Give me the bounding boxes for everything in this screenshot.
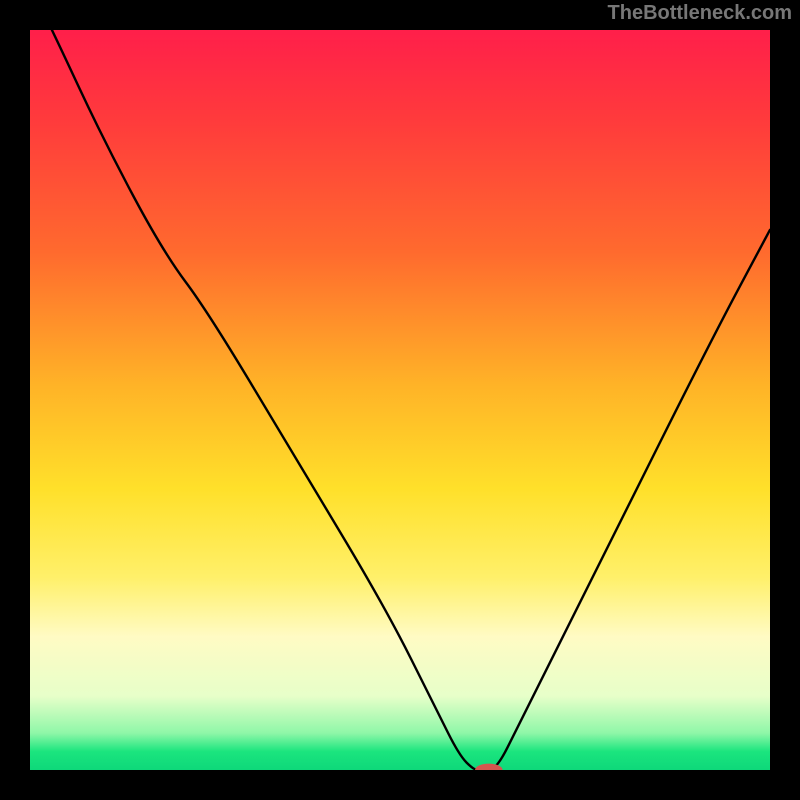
plot-area: [30, 30, 770, 770]
bottleneck-curve: [30, 30, 770, 770]
watermark-text: TheBottleneck.com: [608, 2, 792, 25]
chart-frame: TheBottleneck.com: [0, 0, 800, 800]
plot-svg: [30, 30, 770, 770]
